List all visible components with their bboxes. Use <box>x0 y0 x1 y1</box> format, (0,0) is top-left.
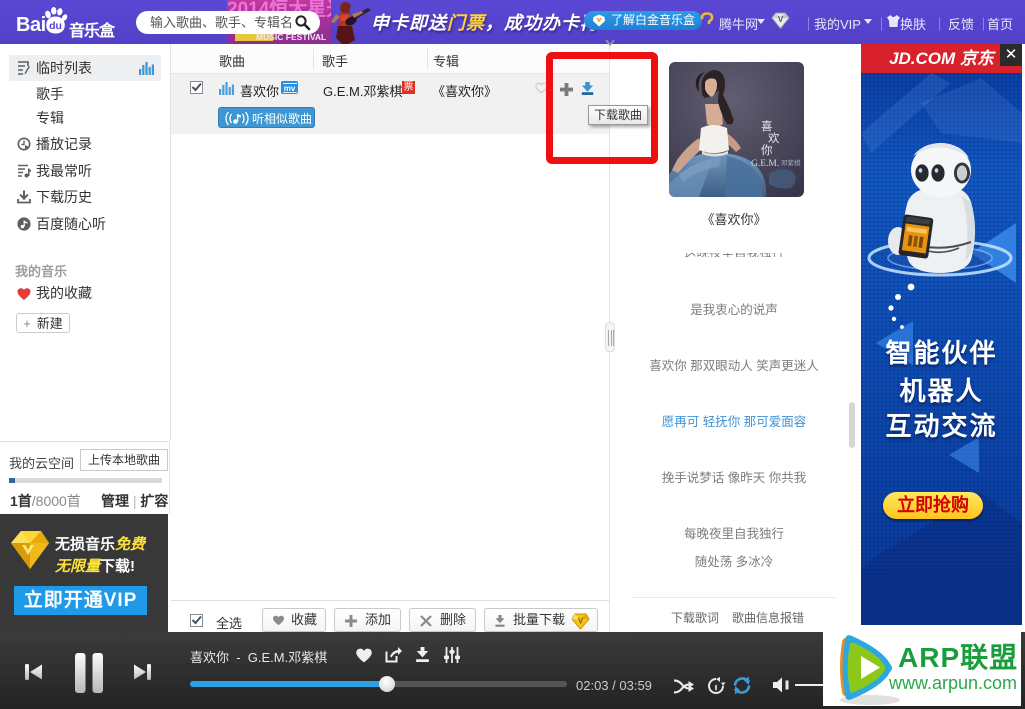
svg-text:邓紫棋: 邓紫棋 <box>781 158 801 167</box>
svg-text:V: V <box>778 15 784 24</box>
svg-text:du: du <box>49 20 62 32</box>
svg-text:G.E.M.: G.E.M. <box>751 159 779 169</box>
svg-text:喜: 喜 <box>761 120 773 133</box>
svg-text:欢: 欢 <box>768 131 780 145</box>
svg-text:V: V <box>578 617 584 626</box>
svg-text:你: 你 <box>761 144 773 157</box>
